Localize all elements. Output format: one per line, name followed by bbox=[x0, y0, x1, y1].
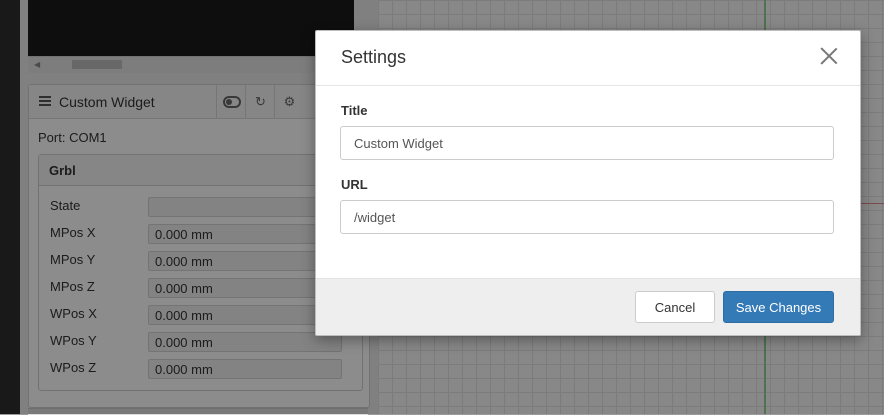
settings-modal: Settings Title URL Cancel Save Changes bbox=[315, 30, 861, 336]
cancel-button[interactable]: Cancel bbox=[635, 291, 715, 323]
url-input[interactable] bbox=[340, 200, 834, 234]
modal-footer: Cancel Save Changes bbox=[316, 278, 860, 335]
title-input[interactable] bbox=[340, 126, 834, 160]
close-icon[interactable] bbox=[818, 45, 840, 67]
title-field-label: Title bbox=[341, 103, 368, 118]
url-field-label: URL bbox=[341, 177, 368, 192]
modal-title: Settings bbox=[341, 47, 407, 67]
save-changes-button[interactable]: Save Changes bbox=[723, 291, 834, 323]
modal-header: Settings bbox=[316, 31, 860, 86]
